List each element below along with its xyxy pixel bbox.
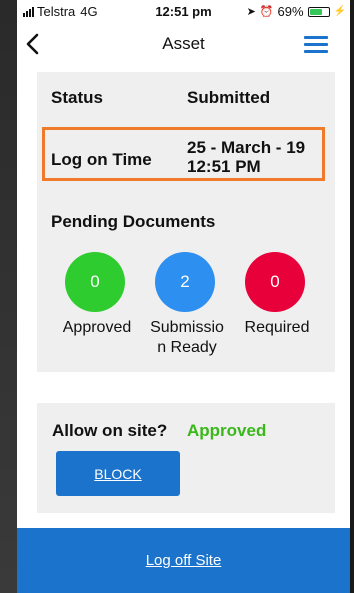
submission-ready-count-circle[interactable]: 2: [155, 252, 215, 312]
log-off-site-label: Log off Site: [145, 552, 222, 569]
charging-icon: ⚡: [333, 6, 346, 17]
log-time: 12:51 PM: [187, 157, 261, 176]
alarm-icon: ⏰: [259, 6, 274, 18]
battery-icon: [307, 6, 330, 17]
log-off-site-button[interactable]: Log off Site: [17, 528, 350, 593]
required-label: Required: [244, 319, 310, 336]
pending-documents-title: Pending Documents: [51, 212, 216, 231]
required-count-circle[interactable]: 0: [245, 252, 305, 312]
page-title: Asset: [162, 34, 205, 53]
block-button-label: BLOCK: [94, 465, 142, 482]
allow-on-site-card: Allow on site? Approved BLOCK: [37, 403, 335, 513]
status-bar: Telstra 4G 12:51 pm ➤ ⏰ 69% ⚡: [17, 0, 350, 22]
submission-ready-count: 2: [180, 272, 190, 291]
required-count: 0: [270, 272, 280, 291]
approved-label: Approved: [62, 319, 132, 336]
block-button[interactable]: BLOCK: [56, 451, 180, 496]
device-bezel-right: [350, 0, 354, 593]
status-value: Submitted: [187, 88, 271, 107]
allow-on-site-label: Allow on site?: [52, 421, 168, 440]
nav-bar: Asset: [17, 24, 350, 64]
device-bezel-left: [0, 0, 17, 593]
approved-count: 0: [90, 272, 100, 291]
log-on-time-value: 25 - March - 19 12:51 PM: [187, 138, 305, 176]
log-on-time-label: Log on Time: [51, 150, 152, 169]
allow-on-site-status: Approved: [187, 421, 267, 440]
log-date: 25 - March - 19: [187, 138, 306, 157]
phone-screen: Telstra 4G 12:51 pm ➤ ⏰ 69% ⚡ Asset Stat…: [17, 0, 350, 593]
location-icon: ➤: [246, 6, 256, 18]
hamburger-menu-icon[interactable]: [304, 36, 328, 54]
submission-ready-label: Submissio n Ready: [150, 319, 224, 356]
approved-count-circle[interactable]: 0: [65, 252, 125, 312]
status-bar-right: ➤ ⏰ 69% ⚡: [247, 4, 346, 19]
status-label: Status: [51, 88, 103, 107]
asset-info-card: Status Submitted Log on Time 25 - March …: [37, 72, 335, 372]
battery-percent: 69%: [277, 4, 304, 19]
